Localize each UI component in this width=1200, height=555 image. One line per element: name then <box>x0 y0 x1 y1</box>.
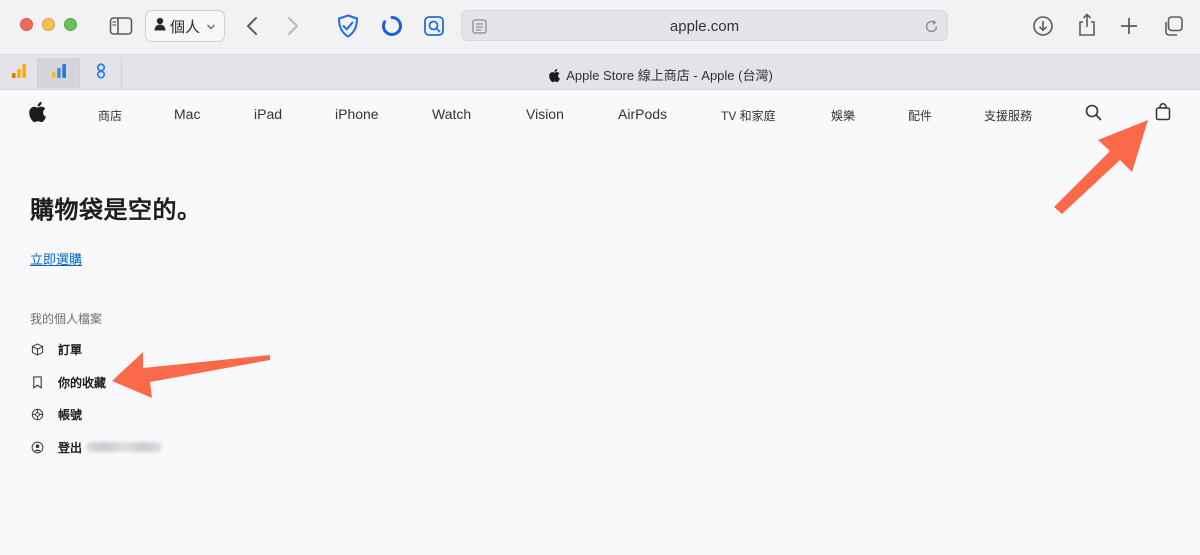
nav-item-vision[interactable]: Vision <box>526 106 564 122</box>
loading-spinner-icon[interactable] <box>380 14 404 38</box>
redacted-account-name <box>86 442 163 452</box>
nav-item-mac[interactable]: Mac <box>174 106 200 122</box>
page-search-icon[interactable] <box>422 14 446 38</box>
gear-icon <box>30 407 44 421</box>
profile-heading: 我的個人檔案 <box>30 312 103 326</box>
analytics-icon <box>10 62 28 85</box>
pinned-tab-stats[interactable] <box>38 58 80 88</box>
reload-icon[interactable] <box>923 18 939 34</box>
profile-item-label: 你的收藏 <box>58 375 107 390</box>
nav-item-watch[interactable]: Watch <box>432 106 471 122</box>
apple-logo-icon <box>549 68 561 85</box>
share-icon[interactable] <box>1075 11 1099 39</box>
pinned-tab-tool[interactable] <box>80 58 122 88</box>
profile-item-label: 帳號 <box>58 407 83 422</box>
bar-chart-icon <box>50 62 68 85</box>
nav-item-tv-home[interactable]: TV 和家庭 <box>721 107 776 124</box>
profile-switcher[interactable]: 個人 <box>145 10 225 42</box>
download-icon[interactable] <box>1030 13 1056 39</box>
tab-title-text: Apple Store 線上商店 - Apple (台灣) <box>566 68 773 83</box>
zoom-window-button[interactable] <box>64 18 77 31</box>
nav-item-store[interactable]: 商店 <box>98 107 122 124</box>
back-button[interactable] <box>243 15 261 37</box>
apple-logo-icon[interactable] <box>29 101 46 125</box>
profile-item-saved[interactable]: 你的收藏 <box>30 372 106 392</box>
nav-item-ipad[interactable]: iPad <box>254 106 282 122</box>
new-tab-icon[interactable] <box>1117 14 1141 38</box>
active-tab[interactable]: Apple Store 線上商店 - Apple (台灣) <box>122 65 1200 85</box>
profile-item-label: 訂單 <box>58 342 83 357</box>
nav-item-airpods[interactable]: AirPods <box>618 106 667 122</box>
box-icon <box>30 342 44 356</box>
bookmark-icon <box>30 375 44 389</box>
shopping-bag-icon[interactable] <box>1155 103 1171 124</box>
profile-item-orders[interactable]: 訂單 <box>30 339 82 359</box>
nav-item-iphone[interactable]: iPhone <box>335 106 379 122</box>
tab-bar: Apple Store 線上商店 - Apple (台灣) <box>0 54 1200 90</box>
bag-title: 購物袋是空的。 <box>30 197 202 224</box>
address-bar[interactable]: apple.com <box>461 10 948 41</box>
nav-item-accessories[interactable]: 配件 <box>908 107 932 124</box>
tab-overview-icon[interactable] <box>1160 13 1186 39</box>
forward-button[interactable] <box>284 15 302 37</box>
shield-icon[interactable] <box>336 13 360 39</box>
nav-item-entertainment[interactable]: 娛樂 <box>831 107 855 124</box>
apple-global-nav: 商店 Mac iPad iPhone Watch Vision AirPods … <box>0 90 1200 136</box>
nav-item-support[interactable]: 支援服務 <box>984 107 1032 124</box>
search-icon[interactable] <box>1085 104 1102 124</box>
arrow-to-saved-annotation <box>112 352 270 398</box>
chevron-down-icon <box>206 18 216 35</box>
address-url: apple.com <box>669 18 740 35</box>
pinned-tab-analytics[interactable] <box>0 58 38 88</box>
minimize-window-button[interactable] <box>42 18 55 31</box>
close-window-button[interactable] <box>20 18 33 31</box>
shop-now-link[interactable]: 立即選購 <box>30 249 82 268</box>
profile-item-sign-out[interactable]: 登出 <box>30 437 163 457</box>
link-icon <box>92 62 110 85</box>
profile-label: 個人 <box>170 18 201 36</box>
browser-toolbar: 個人 apple.com <box>0 0 1200 54</box>
profile-item-label: 登出 <box>58 440 83 455</box>
person-circle-icon <box>30 440 44 454</box>
sidebar-toggle-icon[interactable] <box>108 14 134 38</box>
profile-item-account[interactable]: 帳號 <box>30 404 82 424</box>
person-icon <box>154 17 166 35</box>
